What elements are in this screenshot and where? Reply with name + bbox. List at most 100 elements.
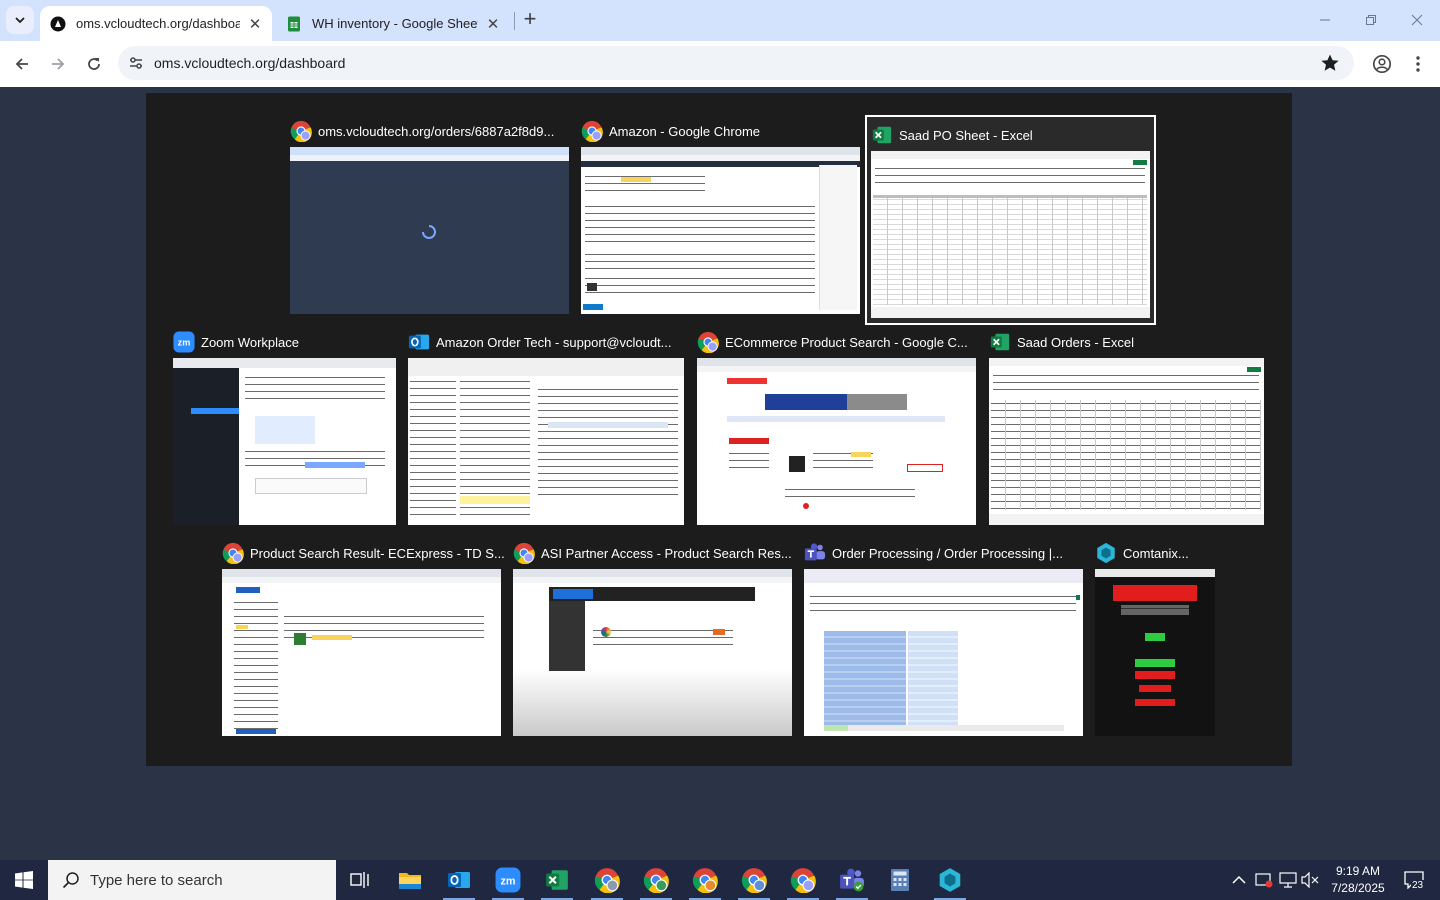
tab-dashboard[interactable]: oms.vcloudtech.org/dashboard ✕ bbox=[40, 6, 272, 41]
tab-wh-inventory[interactable]: WH inventory - Google Sheets ✕ bbox=[278, 6, 510, 41]
taskbar-chrome-4[interactable] bbox=[730, 860, 778, 900]
minimize-icon bbox=[1320, 19, 1330, 21]
chrome-icon bbox=[790, 868, 816, 893]
close-window-button[interactable] bbox=[1402, 6, 1432, 34]
taskbar-outlook[interactable] bbox=[435, 860, 483, 900]
window-header: Saad Orders - Excel bbox=[989, 328, 1134, 356]
profile-icon bbox=[1372, 54, 1392, 74]
chrome-icon bbox=[643, 868, 669, 893]
chrome-icon bbox=[581, 120, 603, 142]
window-thumbnail bbox=[513, 569, 792, 736]
excel-icon bbox=[990, 333, 1010, 351]
taskbar-file-explorer[interactable] bbox=[386, 860, 434, 900]
task-window-asi-partner[interactable]: ASI Partner Access - Product Search Res.… bbox=[513, 539, 792, 739]
task-window-saad-orders[interactable]: Saad Orders - Excel bbox=[989, 328, 1264, 528]
task-window-amazon[interactable]: Amazon - Google Chrome bbox=[581, 117, 860, 317]
window-header: ASI Partner Access - Product Search Res.… bbox=[513, 539, 792, 567]
excel-icon bbox=[872, 126, 892, 144]
window-header: Amazon Order Tech - support@vcloudt... bbox=[408, 328, 672, 356]
window-title: ASI Partner Access - Product Search Res.… bbox=[541, 545, 792, 561]
taskbar-search-box[interactable]: Type here to search bbox=[48, 860, 336, 900]
star-bookmark-icon[interactable] bbox=[1320, 53, 1340, 73]
comtanix-icon bbox=[1097, 542, 1115, 564]
task-window-order-processing[interactable]: Order Processing / Order Processing |... bbox=[804, 539, 1083, 739]
volume-button[interactable] bbox=[1300, 860, 1320, 900]
window-header: Amazon - Google Chrome bbox=[581, 117, 760, 145]
browser-tab-strip: oms.vcloudtech.org/dashboard ✕ WH invent… bbox=[0, 0, 1440, 41]
taskbar-calculator[interactable] bbox=[876, 860, 924, 900]
svg-text:zm: zm bbox=[178, 338, 191, 348]
outlook-icon bbox=[408, 334, 430, 350]
window-thumbnail bbox=[697, 358, 976, 525]
window-header: oms.vcloudtech.org/orders/6887a2f8d9... bbox=[290, 117, 554, 145]
window-title: Order Processing / Order Processing |... bbox=[832, 545, 1063, 561]
window-thumbnail bbox=[581, 147, 860, 314]
task-window-oms-orders[interactable]: oms.vcloudtech.org/orders/6887a2f8d9... bbox=[290, 117, 569, 317]
task-window-comtanix[interactable]: Comtanix... bbox=[1095, 539, 1215, 739]
chrome-icon bbox=[513, 542, 535, 564]
close-tab-icon[interactable]: ✕ bbox=[484, 15, 502, 33]
window-title: Zoom Workplace bbox=[201, 334, 300, 350]
network-button[interactable] bbox=[1276, 860, 1300, 900]
task-window-ecexpress[interactable]: Product Search Result- ECExpress - TD S.… bbox=[222, 539, 505, 739]
taskbar-chrome-3[interactable] bbox=[681, 860, 729, 900]
browser-toolbar: oms.vcloudtech.org/dashboard bbox=[0, 41, 1440, 87]
window-title: ECommerce Product Search - Google C... bbox=[725, 334, 968, 350]
tab-search-button[interactable] bbox=[6, 6, 34, 34]
taskbar-comtanix[interactable] bbox=[926, 860, 974, 900]
tray-app-icon bbox=[1255, 873, 1273, 888]
profile-button[interactable] bbox=[1368, 50, 1396, 78]
tune-icon bbox=[130, 57, 142, 69]
reload-button[interactable] bbox=[80, 50, 108, 78]
reload-icon bbox=[88, 58, 100, 70]
url-text[interactable]: oms.vcloudtech.org/dashboard bbox=[154, 55, 345, 71]
clock-date: 7/28/2025 bbox=[1331, 881, 1385, 895]
taskbar-chrome-1[interactable] bbox=[583, 860, 631, 900]
task-window-zoom[interactable]: zm Zoom Workplace bbox=[173, 328, 396, 528]
taskbar-chrome-5[interactable] bbox=[779, 860, 827, 900]
windows-logo-icon bbox=[15, 871, 33, 889]
calculator-icon bbox=[891, 869, 909, 891]
volume-muted-icon bbox=[1301, 872, 1319, 888]
chevron-up-icon bbox=[1232, 875, 1246, 884]
notification-center-button[interactable]: 23 bbox=[1396, 860, 1432, 900]
comtanix-icon bbox=[939, 868, 961, 892]
task-window-outlook[interactable]: Amazon Order Tech - support@vcloudt... bbox=[408, 328, 684, 528]
svg-text:zm: zm bbox=[500, 875, 515, 887]
chrome-icon bbox=[741, 868, 767, 893]
menu-button[interactable] bbox=[1404, 50, 1432, 78]
close-tab-icon[interactable]: ✕ bbox=[246, 15, 264, 33]
window-thumbnail bbox=[290, 147, 569, 314]
show-hidden-icons-button[interactable] bbox=[1228, 860, 1250, 900]
chrome-icon bbox=[697, 331, 719, 353]
site-info-button[interactable] bbox=[118, 55, 154, 71]
taskbar-excel[interactable] bbox=[533, 860, 581, 900]
start-button[interactable] bbox=[0, 860, 48, 900]
vcloud-favicon bbox=[50, 16, 66, 31]
chrome-icon bbox=[290, 120, 312, 142]
restore-button[interactable] bbox=[1356, 6, 1386, 34]
taskbar-zoom[interactable]: zm bbox=[484, 860, 532, 900]
window-thumbnail bbox=[1095, 569, 1215, 736]
task-view-icon bbox=[350, 872, 369, 888]
tray-app-button[interactable] bbox=[1252, 860, 1276, 900]
close-icon bbox=[1411, 14, 1423, 26]
restore-icon bbox=[1366, 15, 1376, 25]
taskbar-clock[interactable]: 9:19 AM 7/28/2025 bbox=[1318, 860, 1398, 900]
window-title: Comtanix... bbox=[1123, 545, 1189, 561]
minimize-button[interactable] bbox=[1310, 6, 1340, 34]
back-button[interactable] bbox=[8, 50, 36, 78]
task-window-saad-po-sheet[interactable]: Saad PO Sheet - Excel bbox=[865, 115, 1156, 325]
task-view-button[interactable] bbox=[336, 860, 384, 900]
notification-count: 23 bbox=[1411, 880, 1425, 891]
window-thumbnail bbox=[222, 569, 501, 736]
taskbar-teams[interactable] bbox=[828, 860, 876, 900]
task-window-ecommerce-search[interactable]: ECommerce Product Search - Google C... bbox=[697, 328, 976, 528]
address-bar[interactable]: oms.vcloudtech.org/dashboard bbox=[118, 46, 1354, 80]
window-thumbnail bbox=[804, 569, 1083, 736]
search-placeholder: Type here to search bbox=[90, 871, 223, 889]
forward-button[interactable] bbox=[44, 50, 72, 78]
new-tab-button[interactable]: + bbox=[519, 8, 541, 31]
taskbar-chrome-2[interactable] bbox=[632, 860, 680, 900]
window-header: Comtanix... bbox=[1095, 539, 1189, 567]
